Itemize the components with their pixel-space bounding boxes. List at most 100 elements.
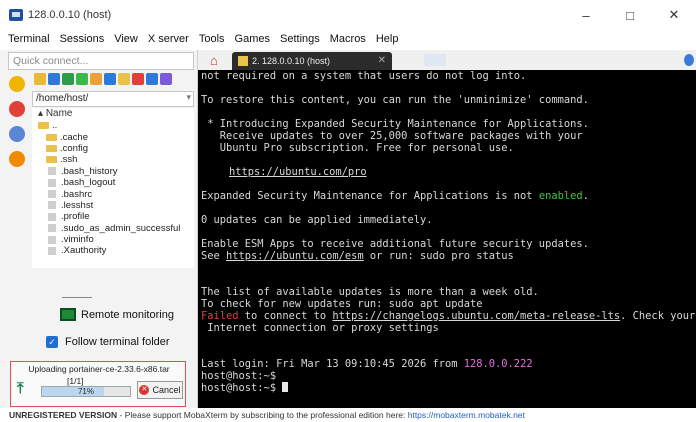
upload-icon[interactable] [62, 73, 74, 85]
terminal-output[interactable]: not required on a system that users do n… [198, 70, 696, 408]
file-icon [48, 212, 56, 221]
new-file-icon[interactable] [104, 73, 116, 85]
new-folder-icon[interactable] [118, 73, 130, 85]
open-file-icon[interactable] [90, 73, 102, 85]
terminal-prompt: host@host:~$ [201, 382, 289, 394]
monitor-icon [60, 308, 76, 321]
folder-icon [38, 122, 49, 130]
terminal-line: See https://ubuntu.com/esm or run: sudo … [201, 250, 514, 262]
terminal-cursor [282, 382, 289, 392]
path-field[interactable]: /home/host/ ▾ [32, 91, 194, 107]
file-tree: ▴ Name .. .cache .config .ssh .bash_hist… [32, 108, 194, 268]
new-tab-button[interactable] [424, 54, 446, 66]
file-icon [48, 201, 56, 210]
esm-status: enabled [538, 190, 583, 202]
list-item[interactable]: .bash_history [32, 166, 194, 177]
menu-macros[interactable]: Macros [330, 33, 366, 45]
menu-games[interactable]: Games [235, 33, 270, 45]
cancel-upload-button[interactable]: ✕ Cancel [137, 381, 183, 399]
list-item[interactable]: .lesshst [32, 200, 194, 211]
star-icon[interactable] [9, 76, 25, 92]
folder-icon [46, 133, 57, 141]
file-icon [48, 246, 56, 255]
properties-icon[interactable] [146, 73, 158, 85]
tab-session-host[interactable]: 2. 128.0.0.10 (host) ✕ [232, 52, 392, 70]
menu-tools[interactable]: Tools [199, 33, 225, 45]
home-tab-icon[interactable]: ⌂ [210, 53, 228, 68]
list-item[interactable]: .bashrc [32, 188, 194, 200]
list-item[interactable]: .profile [32, 211, 194, 222]
terminal-line: * Introducing Expanded Security Maintena… [201, 118, 589, 130]
maximize-button[interactable]: □ [608, 0, 652, 30]
cancel-label: Cancel [152, 385, 181, 395]
close-button[interactable]: ✕ [652, 0, 696, 30]
terminal-line: To check for new updates run: sudo apt u… [201, 298, 483, 310]
list-item[interactable]: .. [32, 120, 194, 131]
terminal-line: not required on a system that users do n… [201, 70, 527, 82]
mobaxterm-app-icon [9, 9, 23, 21]
chevron-down-icon[interactable]: ▾ [186, 92, 191, 103]
file-icon [48, 167, 56, 176]
upload-progress-panel: Uploading portainer-ce-2.33.6-x86.tar [1… [10, 361, 186, 407]
list-item[interactable]: .ssh [32, 154, 194, 165]
terminal-line: To restore this content, you can run the… [201, 94, 589, 106]
sidebar-vertical-tabs [6, 72, 28, 182]
window-controls: – □ ✕ [564, 0, 696, 30]
file-icon [48, 224, 56, 233]
macros-icon[interactable] [9, 126, 25, 142]
title-bar: 128.0.0.10 (host) – □ ✕ [0, 0, 696, 30]
status-bar: UNREGISTERED VERSION - Please support Mo… [0, 408, 696, 422]
quick-connect-input[interactable]: Quick connect... [8, 52, 194, 70]
mobatek-link[interactable]: https://mobaxterm.mobatek.net [408, 410, 525, 420]
tab-bar-end-icon[interactable] [684, 54, 694, 66]
window-title: 128.0.0.10 (host) [28, 9, 112, 21]
menu-terminal[interactable]: Terminal [8, 33, 50, 45]
upload-progress-text: 71% [77, 387, 94, 396]
refresh-icon[interactable] [76, 73, 88, 85]
menu-x-server[interactable]: X server [148, 33, 189, 45]
menu-help[interactable]: Help [376, 33, 399, 45]
menu-settings[interactable]: Settings [280, 33, 320, 45]
ubuntu-pro-link[interactable]: https://ubuntu.com/pro [229, 166, 367, 178]
download-icon[interactable] [48, 73, 60, 85]
cancel-icon: ✕ [139, 385, 150, 395]
tab-close-icon[interactable]: ✕ [378, 55, 386, 66]
changelogs-link: https://changelogs.ubuntu.com/meta-relea… [332, 310, 621, 322]
list-item[interactable]: .viminfo [32, 234, 194, 245]
list-item[interactable]: .sudo_as_admin_successful [32, 223, 194, 234]
terminal-line: Internet connection or proxy settings [201, 322, 439, 334]
terminal-line: Ubuntu Pro subscription. Free for person… [201, 142, 514, 154]
file-icon [48, 235, 56, 244]
upload-count: [1/1] [67, 376, 84, 386]
terminal-line: Last login: Fri Mar 13 09:10:45 2026 fro… [201, 358, 533, 370]
tab-label: 2. 128.0.0.10 (host) [252, 56, 331, 66]
list-item[interactable]: .bash_logout [32, 177, 194, 188]
terminal-line: The list of available updates is more th… [201, 286, 539, 298]
unregistered-label: UNREGISTERED VERSION [9, 410, 118, 420]
list-item[interactable]: .config [32, 143, 194, 154]
terminal-line: Expanded Security Maintenance for Applic… [201, 190, 589, 202]
list-item[interactable]: .Xauthority [32, 245, 194, 256]
folder-icon [46, 156, 57, 164]
sftp-icon[interactable] [9, 151, 25, 167]
parent-folder-icon[interactable] [34, 73, 46, 85]
more-icon[interactable] [160, 73, 172, 85]
tree-column-name[interactable]: ▴ Name [32, 108, 194, 120]
tools-icon[interactable] [9, 101, 25, 117]
delete-icon[interactable] [132, 73, 144, 85]
menu-view[interactable]: View [114, 33, 138, 45]
list-item[interactable]: .cache [32, 131, 194, 143]
sftp-toolbar [34, 73, 172, 89]
panel-divider[interactable] [62, 297, 92, 298]
menu-sessions[interactable]: Sessions [60, 33, 105, 45]
minimize-button[interactable]: – [564, 0, 608, 30]
failed-text: Failed [201, 310, 239, 322]
upload-filename: Uploading portainer-ce-2.33.6-x86.tar [28, 364, 170, 374]
follow-terminal-folder-toggle[interactable]: ✓ Follow terminal folder [46, 336, 170, 348]
file-icon [48, 190, 56, 199]
terminal-tab-icon [238, 56, 248, 66]
terminal-line: Enable ESM Apps to receive additional fu… [201, 238, 589, 250]
checkbox-checked-icon[interactable]: ✓ [46, 336, 58, 348]
upload-arrow-icon: ⤒ [17, 380, 24, 397]
remote-monitoring-button[interactable]: Remote monitoring [60, 308, 174, 321]
